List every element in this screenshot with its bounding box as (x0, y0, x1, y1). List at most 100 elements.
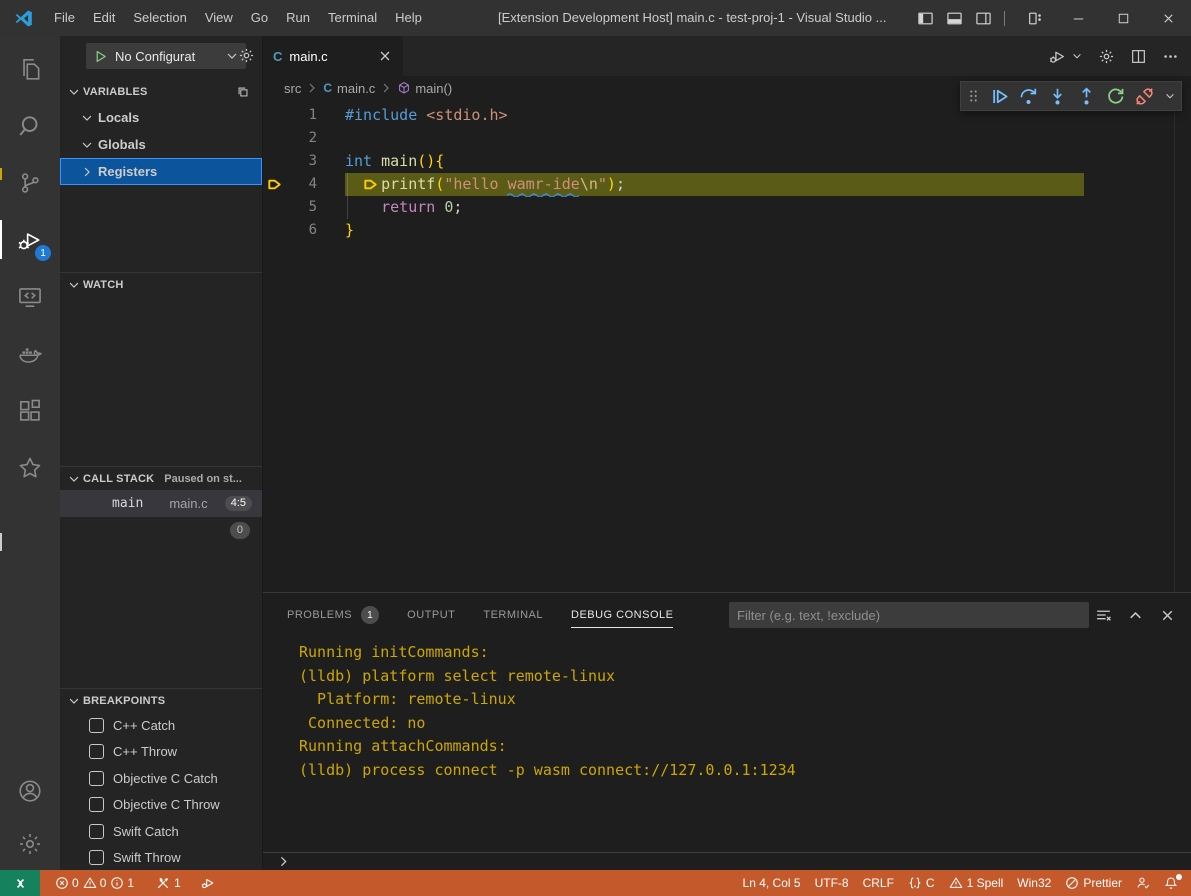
menu-view[interactable]: View (196, 0, 242, 36)
code-line-5: 5 return 0; (263, 196, 1191, 219)
variables-scope-registers[interactable]: Registers (60, 158, 262, 185)
breadcrumb-item[interactable]: src (284, 81, 301, 96)
menu-go[interactable]: Go (242, 0, 277, 36)
layout-panel-icon[interactable] (946, 10, 963, 27)
panel-tab-terminal[interactable]: TERMINAL (483, 593, 543, 637)
activity-favorites[interactable] (0, 439, 60, 496)
files-icon (17, 56, 43, 82)
checkbox-unchecked[interactable] (89, 744, 104, 759)
start-debug-icon[interactable] (93, 49, 108, 64)
stack-frame-row[interactable]: main main.c 4:5 (60, 490, 262, 517)
close-tab-icon[interactable] (377, 48, 393, 64)
tab-main-c[interactable]: C main.c (263, 36, 403, 76)
restart-icon[interactable] (1106, 87, 1125, 106)
activity-explorer[interactable] (0, 40, 60, 97)
chevron-up-icon[interactable] (1127, 607, 1144, 624)
status-label: Ln 4, Col 5 (743, 876, 801, 890)
checkbox-unchecked[interactable] (89, 850, 104, 865)
remote-indicator[interactable] (0, 870, 40, 896)
stack-frame-file: main.c (169, 496, 207, 511)
activity-manage[interactable] (0, 817, 60, 870)
breakpoint-objective-c-throw[interactable]: Objective C Throw (60, 792, 262, 818)
status-platform[interactable]: Win32 (1010, 870, 1058, 896)
menu-help[interactable]: Help (386, 0, 431, 36)
activity-docker[interactable] (0, 325, 60, 382)
variables-scope-globals[interactable]: Globals (60, 131, 262, 158)
clear-console-icon[interactable] (1095, 607, 1112, 624)
status-prettier[interactable]: Prettier (1058, 870, 1129, 896)
maximize-button[interactable] (1101, 0, 1146, 36)
breakpoint-objective-c-catch[interactable]: Objective C Catch (60, 765, 262, 791)
breadcrumb-item[interactable]: main() (397, 81, 452, 96)
menu-terminal[interactable]: Terminal (319, 0, 386, 36)
debug-console-input-row[interactable] (263, 852, 1191, 871)
debug-status-icon-item[interactable] (194, 870, 222, 896)
panel-actions (1095, 593, 1176, 637)
step-out-icon[interactable] (1077, 87, 1096, 106)
more-actions-icon[interactable] (1162, 48, 1179, 65)
console-line: Running attachCommands: (299, 735, 796, 759)
layout-secondary-icon[interactable] (975, 10, 992, 27)
checkbox-unchecked[interactable] (89, 771, 104, 786)
activity-search[interactable] (0, 97, 60, 154)
breakpoint-swift-throw[interactable]: Swift Throw (60, 845, 262, 871)
panel-tab-problems[interactable]: PROBLEMS1 (287, 593, 379, 637)
breakpoint-swift-catch[interactable]: Swift Catch (60, 818, 262, 844)
minimize-button[interactable] (1056, 0, 1101, 36)
activity-extensions[interactable] (0, 382, 60, 439)
menu-file[interactable]: File (45, 0, 84, 36)
close-icon[interactable] (1159, 607, 1176, 624)
split-editor-icon[interactable] (1130, 48, 1147, 65)
settings-icon[interactable] (1098, 48, 1115, 65)
status-cursor-position[interactable]: Ln 4, Col 5 (736, 870, 808, 896)
status-spell-status[interactable]: 1 Spell (942, 870, 1011, 896)
call-stack-section-header[interactable]: CALL STACK Paused on st... (60, 466, 262, 490)
activity-source-control[interactable] (0, 154, 60, 211)
close-button[interactable] (1146, 0, 1191, 36)
chevron-down-icon[interactable] (1071, 50, 1083, 62)
panel-tab-debug-console[interactable]: DEBUG CONSOLE (571, 593, 673, 637)
continue-icon[interactable] (990, 87, 1009, 106)
layout-sidebar-icon[interactable] (917, 10, 934, 27)
breadcrumb-item[interactable]: Cmain.c (323, 81, 375, 96)
menu-run[interactable]: Run (277, 0, 319, 36)
breakpoints-section-header[interactable]: BREAKPOINTS (60, 688, 262, 712)
checkbox-unchecked[interactable] (89, 797, 104, 812)
debug-configuration-dropdown[interactable]: No Configurat (86, 43, 246, 69)
checkbox-unchecked[interactable] (89, 824, 104, 839)
checkbox-unchecked[interactable] (89, 718, 104, 733)
layout-customize-icon[interactable] (1027, 10, 1044, 27)
status-encoding[interactable]: UTF-8 (808, 870, 856, 896)
step-over-icon[interactable] (1019, 87, 1038, 106)
problems-status[interactable]: 001 (48, 870, 141, 896)
activity-remote-explorer[interactable] (0, 268, 60, 325)
variables-section-header[interactable]: VARIABLES (60, 80, 262, 104)
menu-selection[interactable]: Selection (124, 0, 195, 36)
panel-tab-output[interactable]: OUTPUT (407, 593, 455, 637)
debug-console-output[interactable]: Running initCommands:(lldb) platform sel… (299, 641, 796, 782)
editor-scrollbar-track[interactable] (1174, 100, 1175, 592)
breakpoint-c-catch[interactable]: C++ Catch (60, 712, 262, 738)
drag-handle-icon[interactable] (967, 88, 980, 104)
code-editor[interactable]: 1#include <stdio.h>23int main(){4 printf… (263, 100, 1191, 592)
step-into-icon[interactable] (1048, 87, 1067, 106)
status-eol[interactable]: CRLF (856, 870, 901, 896)
watch-section-header[interactable]: WATCH (60, 272, 262, 296)
open-launch-json-gear-icon[interactable] (238, 47, 255, 64)
run-or-debug-icon[interactable] (1049, 48, 1066, 65)
warning-count: 0 (83, 876, 107, 890)
menu-edit[interactable]: Edit (84, 0, 124, 36)
status-notifications[interactable] (1157, 870, 1185, 896)
disconnect-icon[interactable] (1135, 87, 1154, 106)
activity-run-and-debug[interactable]: 1 (0, 211, 60, 268)
status-language-mode[interactable]: C (901, 870, 942, 896)
status-feedback[interactable] (1129, 870, 1157, 896)
activity-accounts[interactable] (0, 764, 60, 817)
breakpoint-c-throw[interactable]: C++ Throw (60, 739, 262, 765)
more-debug-actions-icon[interactable] (1164, 90, 1176, 102)
token: ; (616, 175, 625, 193)
variables-scope-locals[interactable]: Locals (60, 104, 262, 131)
copy-value-icon[interactable] (236, 85, 250, 99)
tools-status[interactable]: 1 (149, 870, 188, 896)
console-filter-input[interactable] (729, 602, 1089, 628)
